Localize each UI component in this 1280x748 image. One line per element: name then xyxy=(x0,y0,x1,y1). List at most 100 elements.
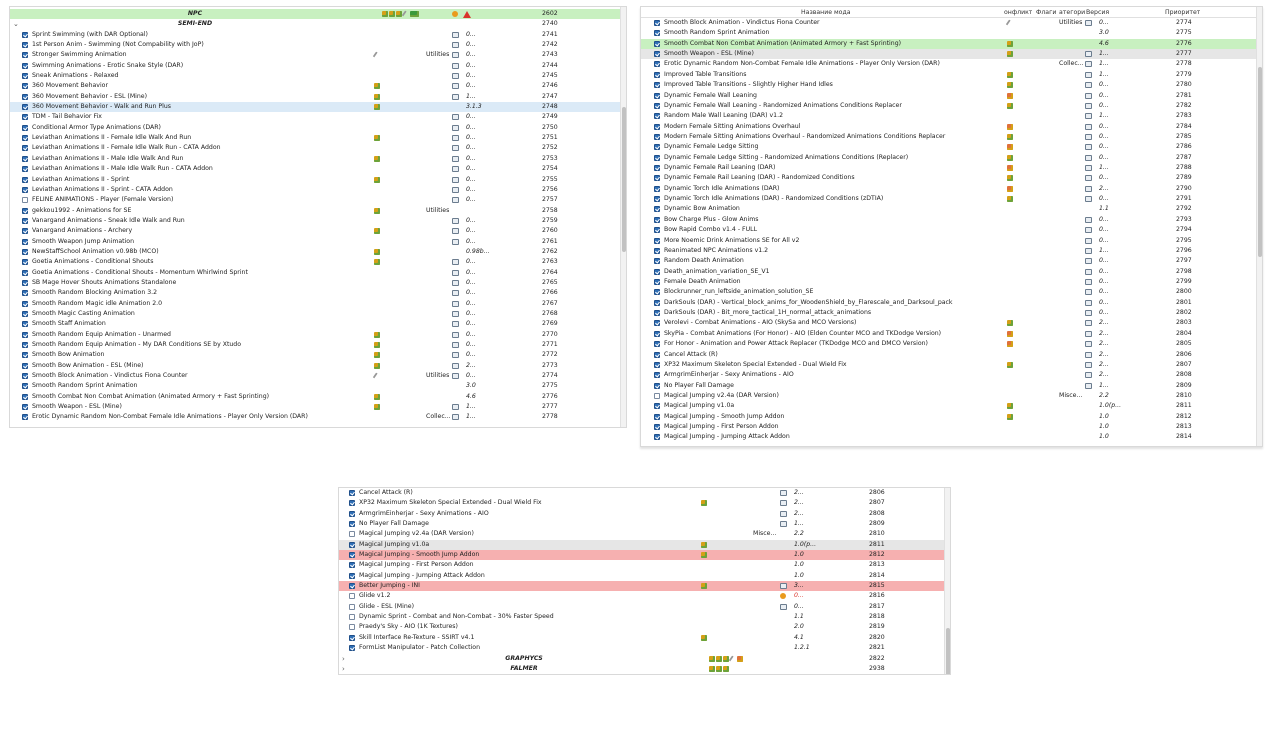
mod-row[interactable]: Dynamic Torch Idle Animations (DAR) 2... 2… xyxy=(641,184,1262,194)
scrollbar-thumb[interactable] xyxy=(946,628,950,674)
mod-row[interactable]: Dynamic Female Ledge Sitting 0... 2786 xyxy=(641,142,1262,152)
mod-row[interactable]: Bow Rapid Combo v1.4 - FULL 0... 2794 xyxy=(641,225,1262,235)
enable-checkbox[interactable] xyxy=(22,383,28,390)
separator-row[interactable]: › GRAPHYCS 2822 xyxy=(339,654,950,664)
expand-toggle[interactable]: ⌄ xyxy=(13,19,19,29)
mod-row[interactable]: Cancel Attack (R) 2... 2806 xyxy=(641,350,1262,360)
mod-row[interactable]: NewStaffSchool Animation v0.98b (MCO) 0.9… xyxy=(10,247,626,257)
enable-checkbox[interactable] xyxy=(349,593,355,600)
mod-row[interactable]: Skill Interface Re-Texture - SSIRT v4.1 4… xyxy=(339,633,950,643)
expand-toggle[interactable]: › xyxy=(342,664,345,674)
enable-checkbox[interactable] xyxy=(349,562,355,569)
scrollbar-thumb[interactable] xyxy=(622,107,626,252)
enable-checkbox[interactable] xyxy=(654,403,660,410)
mod-row[interactable]: DarkSouls (DAR) - Bit_more_tactical_1H_n… xyxy=(641,308,1262,318)
mod-row[interactable]: Dynamic Sprint - Combat and Non-Combat -… xyxy=(339,612,950,622)
mod-row[interactable]: Swimming Animations - Erotic Snake Style… xyxy=(10,61,626,71)
enable-checkbox[interactable] xyxy=(22,155,28,162)
enable-checkbox[interactable] xyxy=(654,92,660,99)
mod-row[interactable]: Sprint Swimming (with DAR Optional) 0... 2… xyxy=(10,30,626,40)
mod-row[interactable]: Magical Jumping v1.0a 1.0(p... 2811 xyxy=(641,401,1262,411)
enable-checkbox[interactable] xyxy=(654,392,660,399)
enable-checkbox[interactable] xyxy=(22,290,28,297)
enable-checkbox[interactable] xyxy=(22,42,28,49)
enable-checkbox[interactable] xyxy=(349,603,355,610)
mod-row[interactable]: Dynamic Female Ledge Sitting - Randomize… xyxy=(641,153,1262,163)
enable-checkbox[interactable] xyxy=(349,531,355,538)
enable-checkbox[interactable] xyxy=(22,414,28,421)
mod-row[interactable]: XP32 Maximum Skeleton Special Extended -… xyxy=(641,360,1262,370)
enable-checkbox[interactable] xyxy=(22,52,28,59)
enable-checkbox[interactable] xyxy=(654,30,660,37)
enable-checkbox[interactable] xyxy=(349,500,355,507)
mod-row[interactable]: Smooth Weapon - ESL (Mine) 1... 2777 xyxy=(10,402,626,412)
enable-checkbox[interactable] xyxy=(22,259,28,266)
enable-checkbox[interactable] xyxy=(22,393,28,400)
enable-checkbox[interactable] xyxy=(349,510,355,517)
mod-row[interactable]: Dynamic Female Wall Leaning - Randomized… xyxy=(641,101,1262,111)
enable-checkbox[interactable] xyxy=(349,614,355,621)
enable-checkbox[interactable] xyxy=(654,82,660,89)
mod-row[interactable]: Conditional Armor Type Animations (DAR) 0… xyxy=(10,123,626,133)
enable-checkbox[interactable] xyxy=(654,185,660,192)
enable-checkbox[interactable] xyxy=(654,424,660,431)
separator-row[interactable]: ⌄ SEMI-END 2740 xyxy=(10,19,626,29)
enable-checkbox[interactable] xyxy=(654,196,660,203)
mod-row[interactable]: Glide v1.2 0... 2816 xyxy=(339,591,950,601)
enable-checkbox[interactable] xyxy=(654,71,660,78)
mod-row[interactable]: Random Male Wall Leaning (DAR) v1.2 1... 2… xyxy=(641,111,1262,121)
mod-row[interactable]: Smooth Random Magic idle Animation 2.0 0.… xyxy=(10,299,626,309)
enable-checkbox[interactable] xyxy=(349,521,355,528)
mod-row[interactable]: 360 Movement Behavior 0... 2746 xyxy=(10,81,626,91)
mod-row[interactable]: Improved Table Transitions 1... 2779 xyxy=(641,70,1262,80)
mod-row[interactable]: Smooth Random Equip Animation - Unarmed 0… xyxy=(10,330,626,340)
enable-checkbox[interactable] xyxy=(22,362,28,369)
enable-checkbox[interactable] xyxy=(654,330,660,337)
enable-checkbox[interactable] xyxy=(22,176,28,183)
mod-row[interactable]: Cancel Attack (R) 2... 2806 xyxy=(339,488,950,498)
mod-row[interactable]: Erotic Dynamic Random Non-Combat Female … xyxy=(641,59,1262,69)
column-header-version[interactable]: Версия xyxy=(1086,7,1109,18)
mod-row[interactable]: Reanimated NPC Animations v1.2 1... 2796 xyxy=(641,246,1262,256)
mod-row[interactable]: Magical Jumping - First Person Addon 1.0 2… xyxy=(339,560,950,570)
enable-checkbox[interactable] xyxy=(22,166,28,173)
mod-row[interactable]: Improved Table Transitions - Slightly Hi… xyxy=(641,80,1262,90)
mod-row[interactable]: Bow Charge Plus - Glow Anims 0... 2793 xyxy=(641,215,1262,225)
scrollbar-thumb[interactable] xyxy=(1258,67,1262,257)
enable-checkbox[interactable] xyxy=(654,227,660,234)
separator-row[interactable]: NPC 2602 xyxy=(10,9,626,20)
mod-row[interactable]: More Noemic Drink Animations SE for All … xyxy=(641,236,1262,246)
enable-checkbox[interactable] xyxy=(22,104,28,111)
mod-row[interactable]: Leviathan Animations II - Sprint - CATA … xyxy=(10,185,626,195)
mod-row[interactable]: Smooth Weapon Jump Animation 0... 2761 xyxy=(10,237,626,247)
mod-row[interactable]: Magical Jumping v1.0a 1.0(p... 2811 xyxy=(339,539,950,551)
enable-checkbox[interactable] xyxy=(22,62,28,69)
enable-checkbox[interactable] xyxy=(22,331,28,338)
enable-checkbox[interactable] xyxy=(22,279,28,286)
enable-checkbox[interactable] xyxy=(349,634,355,641)
mod-row[interactable]: Magical Jumping - Smooth Jump Addon 1.0 28… xyxy=(339,550,950,561)
enable-checkbox[interactable] xyxy=(22,404,28,411)
separator-row[interactable]: › FALMER 2938 xyxy=(339,664,950,674)
enable-checkbox[interactable] xyxy=(22,238,28,245)
enable-checkbox[interactable] xyxy=(654,40,660,47)
mod-row[interactable]: SB Mage Hover Shouts Animations Standalo… xyxy=(10,278,626,288)
enable-checkbox[interactable] xyxy=(349,583,355,590)
enable-checkbox[interactable] xyxy=(654,144,660,151)
mod-row[interactable]: Magical Jumping v2.4a (DAR Version) Misce… xyxy=(641,391,1262,401)
mod-row[interactable]: Smooth Staff Animation 0... 2769 xyxy=(10,319,626,329)
mod-row[interactable]: Female Death Animation 0... 2799 xyxy=(641,277,1262,287)
enable-checkbox[interactable] xyxy=(22,217,28,224)
mod-row[interactable]: Smooth Random Sprint Animation 3.0 2775 xyxy=(641,28,1262,38)
enable-checkbox[interactable] xyxy=(654,361,660,368)
mod-row[interactable]: Dynamic Female Rail Leaning (DAR) 1... 278… xyxy=(641,163,1262,173)
enable-checkbox[interactable] xyxy=(654,123,660,130)
enable-checkbox[interactable] xyxy=(654,154,660,161)
vertical-scrollbar[interactable] xyxy=(1256,7,1262,446)
enable-checkbox[interactable] xyxy=(654,372,660,379)
mod-row[interactable]: Magical Jumping - Jumping Attack Addon 1.… xyxy=(641,432,1262,442)
enable-checkbox[interactable] xyxy=(22,93,28,100)
column-header-mod-name[interactable]: Название мода xyxy=(801,7,851,18)
mod-row[interactable]: Praedy's Sky - AIO (1K Textures) 2.0 2819 xyxy=(339,622,950,632)
enable-checkbox[interactable] xyxy=(349,541,355,548)
